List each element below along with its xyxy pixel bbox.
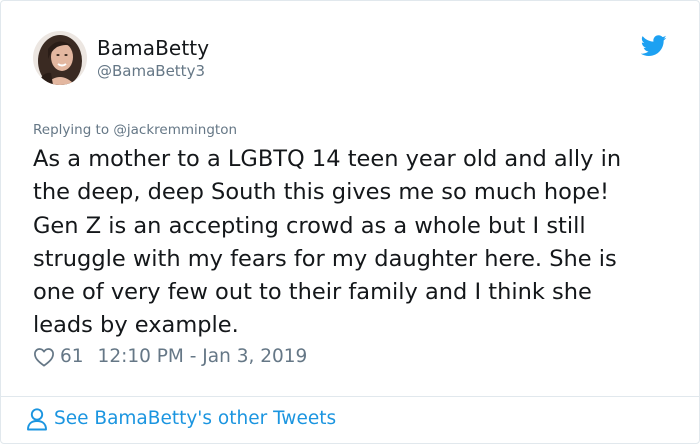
twitter-bird-icon[interactable]: [640, 35, 667, 57]
author-info: BamaBetty @BamaBetty3: [97, 36, 209, 81]
author-display-name[interactable]: BamaBetty: [97, 36, 209, 60]
divider: [1, 396, 699, 397]
tweet-meta: 61 12:10 PM - Jan 3, 2019: [33, 345, 307, 369]
person-icon: [26, 407, 48, 431]
tweet-header: BamaBetty @BamaBetty3: [33, 31, 209, 85]
author-handle[interactable]: @BamaBetty3: [97, 61, 209, 81]
replying-to-label[interactable]: Replying to @jackremmington: [33, 121, 237, 139]
see-other-tweets-label[interactable]: See BamaBetty's other Tweets: [54, 406, 336, 432]
like-count[interactable]: 61: [60, 345, 84, 369]
tweet-text: As a mother to a LGBTQ 14 teen year old …: [33, 146, 622, 339]
heart-icon[interactable]: [33, 347, 55, 367]
avatar[interactable]: [33, 31, 87, 85]
tweet-card: BamaBetty @BamaBetty3 Replying to @jackr…: [0, 0, 700, 444]
tweet-timestamp[interactable]: 12:10 PM - Jan 3, 2019: [98, 345, 308, 369]
see-other-tweets-link[interactable]: See BamaBetty's other Tweets: [26, 406, 336, 432]
